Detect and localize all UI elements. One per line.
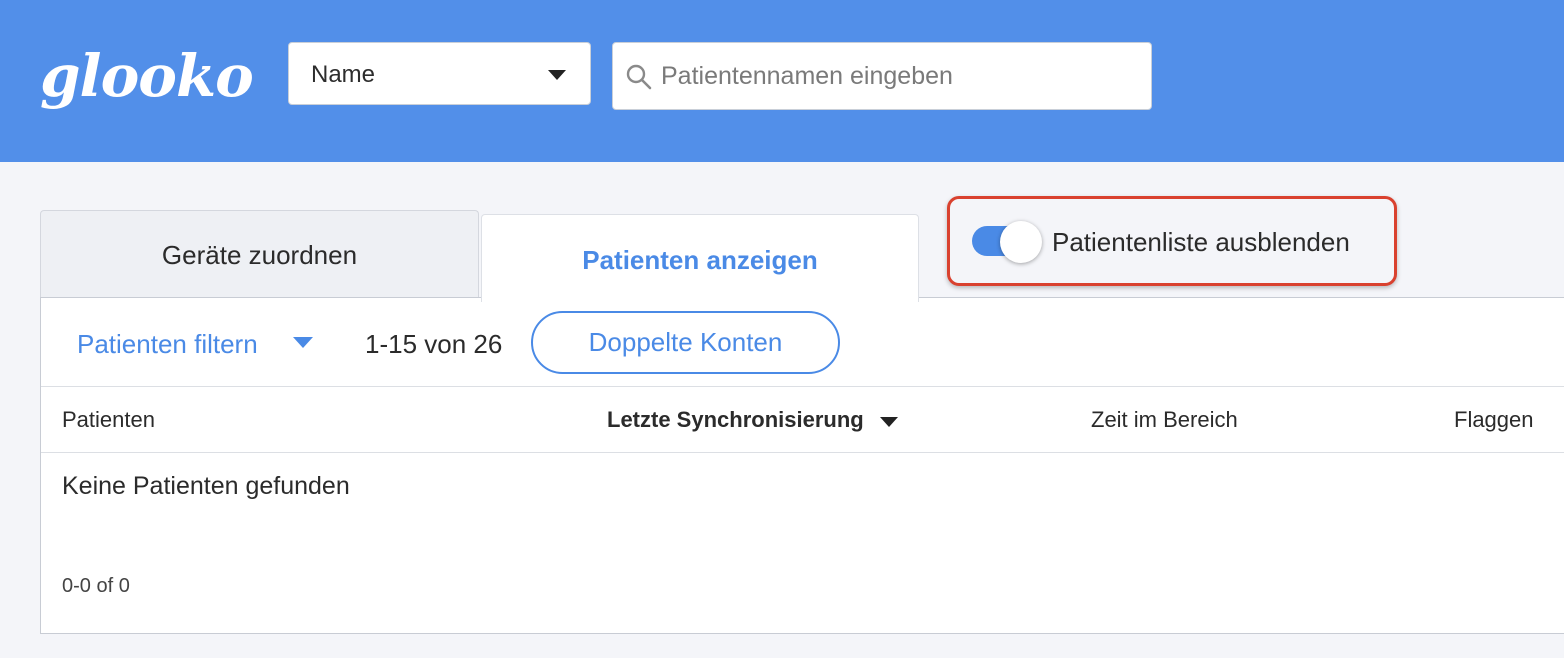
- hide-patient-list-toggle-highlight: Patientenliste ausblenden: [947, 196, 1397, 286]
- result-range: 1-15 von 26: [365, 329, 503, 359]
- search-icon: [626, 64, 652, 90]
- caret-down-icon[interactable]: [880, 417, 898, 427]
- column-header-last-sync[interactable]: Letzte Synchronisierung: [607, 387, 864, 453]
- toggle-knob[interactable]: [1000, 221, 1042, 263]
- tab-assign-devices[interactable]: Geräte zuordnen: [40, 210, 479, 298]
- duplicate-accounts-button[interactable]: Doppelte Konten: [531, 311, 840, 374]
- caret-down-icon[interactable]: [293, 337, 313, 348]
- patient-search[interactable]: [612, 42, 1152, 110]
- filter-patients-button[interactable]: Patienten filtern: [77, 326, 258, 362]
- top-bar: glooko Name: [0, 0, 1564, 162]
- hide-patient-list-label: Patientenliste ausblenden: [1052, 227, 1350, 257]
- table-header: Patienten Letzte Synchronisierung Zeit i…: [41, 386, 1564, 453]
- search-type-value: Name: [311, 61, 376, 88]
- pagination-info: 0-0 of 0: [62, 575, 130, 597]
- column-header-patients[interactable]: Patienten: [62, 387, 155, 453]
- tab-view-patients[interactable]: Patienten anzeigen: [481, 214, 919, 302]
- chevron-down-icon: [548, 70, 566, 80]
- glooko-logo[interactable]: glooko: [40, 38, 254, 114]
- search-type-select[interactable]: Name: [288, 42, 591, 105]
- column-header-time-in-range[interactable]: Zeit im Bereich: [1091, 387, 1238, 453]
- patient-search-input[interactable]: [661, 43, 1141, 109]
- column-header-flags[interactable]: Flaggen: [1454, 387, 1534, 453]
- empty-state-message: Keine Patienten gefunden: [62, 472, 350, 500]
- patients-panel: Patienten filtern 1-15 von 26 Doppelte K…: [40, 297, 1564, 634]
